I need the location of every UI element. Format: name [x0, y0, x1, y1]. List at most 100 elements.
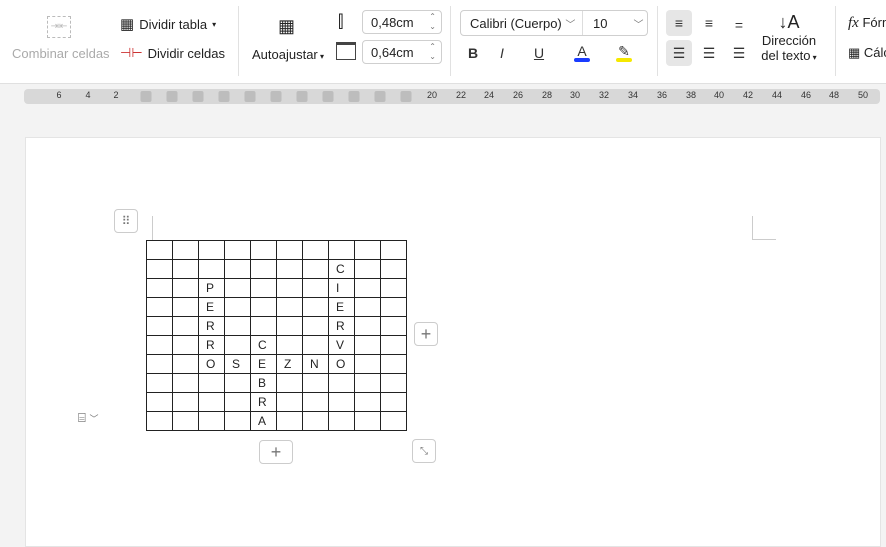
table-cell[interactable]	[276, 240, 303, 260]
table-cell[interactable]	[354, 240, 381, 260]
table-cell[interactable]	[172, 392, 199, 412]
text-direction-button[interactable]: ↓A Dirección del texto ▾	[756, 12, 822, 63]
table-cell[interactable]	[302, 316, 329, 336]
align-left-button[interactable]: ☰	[666, 40, 692, 66]
table-cell[interactable]	[276, 411, 303, 431]
italic-button[interactable]: I	[489, 40, 515, 66]
table-cell[interactable]: E	[198, 297, 225, 317]
column-marker[interactable]	[270, 91, 282, 102]
table-move-handle[interactable]: ⠿	[114, 209, 138, 233]
add-column-button[interactable]: +	[414, 322, 438, 346]
row-height-input[interactable]: 0,48cm ⌃ ⌄	[362, 10, 442, 34]
table-cell[interactable]	[328, 240, 355, 260]
table-cell[interactable]	[276, 316, 303, 336]
table-cell[interactable]	[354, 411, 381, 431]
table-cell[interactable]	[380, 316, 407, 336]
table-cell[interactable]	[380, 297, 407, 317]
split-cells-button[interactable]: ⊣⊢ Dividir celdas	[120, 45, 225, 61]
table-cell[interactable]	[146, 373, 173, 393]
table-cell[interactable]	[224, 278, 251, 298]
table-cell[interactable]	[250, 240, 277, 260]
table-cell[interactable]: V	[328, 335, 355, 355]
table-cell[interactable]	[172, 411, 199, 431]
table-cell[interactable]	[146, 278, 173, 298]
table-cell[interactable]: O	[328, 354, 355, 374]
align-right-button[interactable]: ☰	[726, 40, 752, 66]
column-marker[interactable]	[244, 91, 256, 102]
crossword-table[interactable]: CPIEERRRCVOSEZNOBRA	[146, 240, 407, 431]
spinner-arrows[interactable]: ⌃ ⌄	[429, 42, 436, 62]
merge-cells-button[interactable]: Combinar celdas	[12, 46, 110, 61]
table-cell[interactable]: N	[302, 354, 329, 374]
table-cell[interactable]	[198, 392, 225, 412]
table-cell[interactable]	[276, 278, 303, 298]
table-cell[interactable]	[146, 392, 173, 412]
table-cell[interactable]: A	[250, 411, 277, 431]
table-cell[interactable]	[224, 316, 251, 336]
table-cell[interactable]	[276, 259, 303, 279]
underline-button[interactable]: U	[522, 40, 556, 66]
align-middle-button[interactable]: ≡	[696, 10, 722, 36]
table-cell[interactable]	[328, 392, 355, 412]
table-cell[interactable]	[380, 335, 407, 355]
table-cell[interactable]	[354, 392, 381, 412]
table-cell[interactable]	[354, 297, 381, 317]
table-cell[interactable]	[302, 335, 329, 355]
table-cell[interactable]	[224, 392, 251, 412]
table-cell[interactable]	[224, 411, 251, 431]
table-cell[interactable]: O	[198, 354, 225, 374]
table-cell[interactable]	[302, 278, 329, 298]
table-cell[interactable]	[276, 392, 303, 412]
table-cell[interactable]	[354, 278, 381, 298]
table-cell[interactable]	[146, 240, 173, 260]
column-marker[interactable]	[348, 91, 360, 102]
table-cell[interactable]: I	[328, 278, 355, 298]
table-cell[interactable]	[302, 240, 329, 260]
table-cell[interactable]	[250, 278, 277, 298]
formula-button[interactable]: fx Fórmula	[848, 15, 886, 32]
table-cell[interactable]	[198, 411, 225, 431]
column-marker[interactable]	[166, 91, 178, 102]
table-cell[interactable]	[302, 259, 329, 279]
table-cell[interactable]: C	[250, 335, 277, 355]
table-cell[interactable]	[250, 259, 277, 279]
table-cell[interactable]	[354, 335, 381, 355]
table-cell[interactable]	[172, 278, 199, 298]
table-cell[interactable]: E	[328, 297, 355, 317]
table-cell[interactable]	[224, 373, 251, 393]
table-cell[interactable]	[172, 373, 199, 393]
add-row-button[interactable]: +	[259, 440, 293, 464]
column-marker[interactable]	[296, 91, 308, 102]
calc-button[interactable]: ▦ Cálculo	[848, 45, 886, 61]
row-options-button[interactable]: ⌸ ﹀	[78, 410, 98, 426]
table-cell[interactable]: R	[328, 316, 355, 336]
table-cell[interactable]	[172, 297, 199, 317]
split-table-button[interactable]: ▦ Dividir tabla ▾	[120, 15, 216, 33]
table-cell[interactable]: R	[198, 335, 225, 355]
table-cell[interactable]	[380, 354, 407, 374]
table-cell[interactable]: E	[250, 354, 277, 374]
column-marker[interactable]	[192, 91, 204, 102]
table-cell[interactable]	[146, 354, 173, 374]
table-cell[interactable]: B	[250, 373, 277, 393]
table-cell[interactable]	[146, 259, 173, 279]
table-cell[interactable]	[354, 259, 381, 279]
table-cell[interactable]	[380, 373, 407, 393]
font-size-select[interactable]: 10 ﹀	[593, 16, 643, 31]
align-center-button[interactable]: ☰	[696, 40, 722, 66]
table-cell[interactable]: S	[224, 354, 251, 374]
table-cell[interactable]: R	[250, 392, 277, 412]
resize-table-handle[interactable]: ⤡	[412, 439, 436, 463]
highlight-button[interactable]: ✎	[607, 40, 641, 66]
table-cell[interactable]	[198, 240, 225, 260]
autofit-button[interactable]: Autoajustar ▾	[252, 46, 324, 64]
column-marker[interactable]	[374, 91, 386, 102]
table-cell[interactable]	[172, 354, 199, 374]
table-cell[interactable]	[302, 411, 329, 431]
table-cell[interactable]	[380, 259, 407, 279]
horizontal-ruler[interactable]: 6 4 2 20 22 24 26 28 30 32 34 36 38 40 42 44 46 48 50	[24, 89, 880, 104]
table-cell[interactable]	[380, 278, 407, 298]
table-cell[interactable]	[302, 297, 329, 317]
table-cell[interactable]	[276, 297, 303, 317]
align-bottom-button[interactable]: =	[726, 12, 752, 38]
